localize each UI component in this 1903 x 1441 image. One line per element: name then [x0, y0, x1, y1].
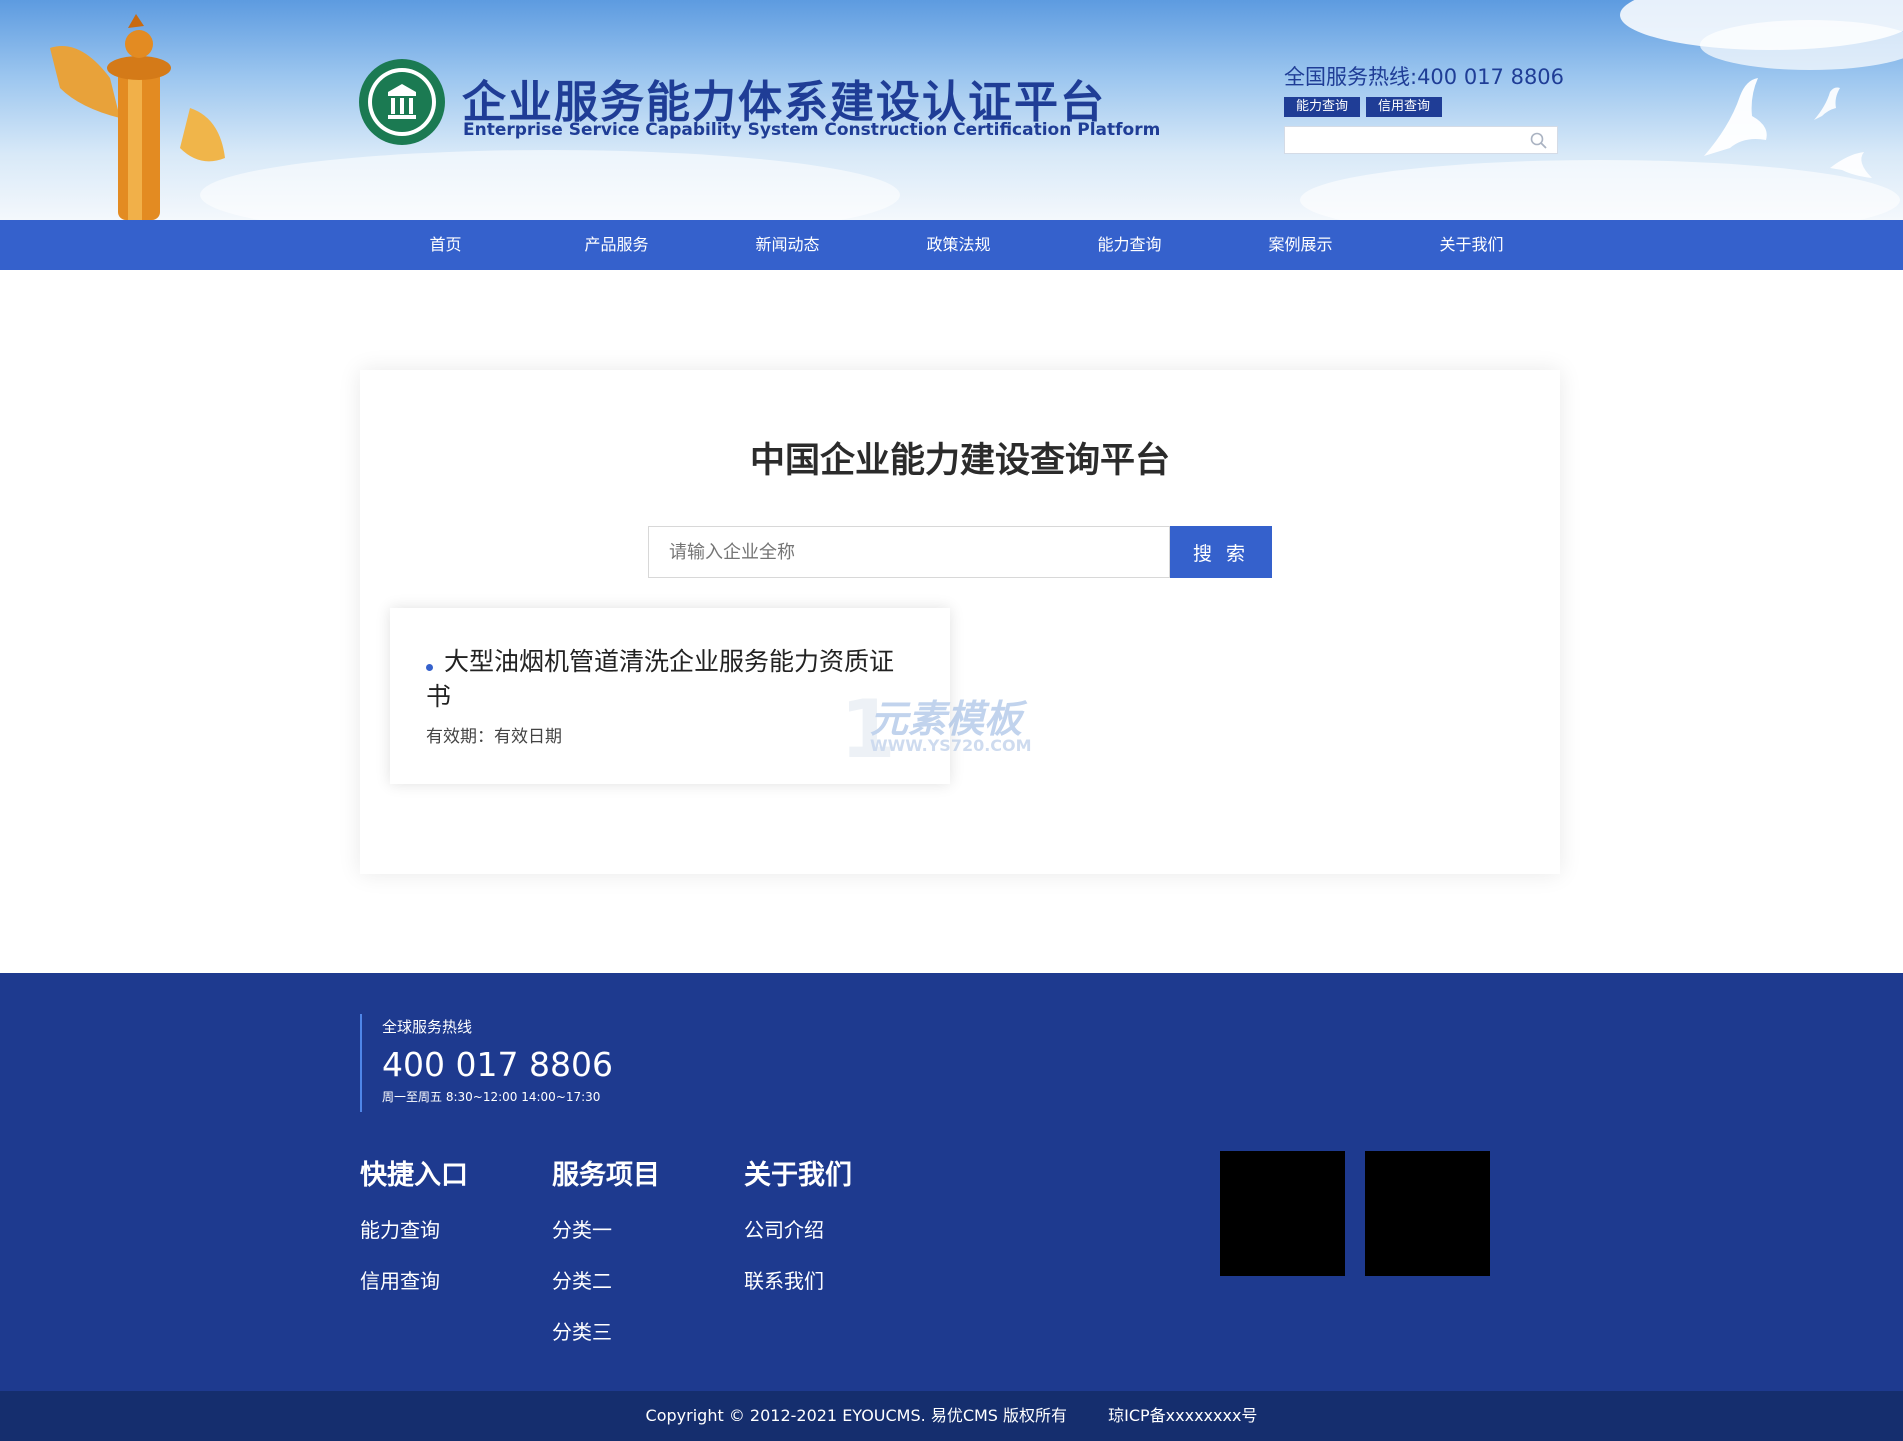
cloud-decoration [200, 150, 900, 220]
qr-code-image [1365, 1151, 1490, 1276]
watermark-name: 元素模板 [870, 697, 1023, 741]
site-subtitle: Enterprise Service Capability System Con… [463, 120, 1161, 140]
footer-hotline-block: 全球服务热线 400 017 8806 周一至周五 8:30~12:00 14:… [360, 1014, 613, 1112]
watermark-logo: 1 元素模板 WWW.YS720.COM [840, 688, 1040, 778]
watermark-url: WWW.YS720.COM [870, 736, 1032, 755]
nav-item-home[interactable]: 首页 [360, 220, 531, 270]
copyright-bar: Copyright © 2012-2021 EYOUCMS. 易优CMS 版权所… [0, 1391, 1903, 1441]
footer-column-title: 快捷入口 [360, 1160, 468, 1191]
main-nav: 首页 产品服务 新闻动态 政策法规 能力查询 案例展示 关于我们 [0, 220, 1903, 270]
footer-column-title: 关于我们 [744, 1160, 852, 1191]
nav-item-products[interactable]: 产品服务 [531, 220, 702, 270]
copyright-text: Copyright © 2012-2021 EYOUCMS. 易优CMS 版权所… [645, 1406, 1068, 1425]
cloud-decoration [1300, 160, 1900, 220]
cloud-decoration [1700, 20, 1903, 70]
footer-link-contact[interactable]: 联系我们 [744, 1265, 852, 1294]
footer-link-category-1[interactable]: 分类一 [552, 1214, 660, 1243]
nav-item-ability-query[interactable]: 能力查询 [1044, 220, 1215, 270]
site-logo[interactable] [358, 58, 446, 146]
quick-tab-ability[interactable]: 能力查询 [1284, 97, 1361, 117]
nav-item-policy[interactable]: 政策法规 [873, 220, 1044, 270]
footer-hotline-number: 400 017 8806 [382, 1045, 613, 1084]
dove-decoration [1830, 152, 1872, 178]
footer-link-company-intro[interactable]: 公司介绍 [744, 1214, 852, 1243]
dove-decoration [1814, 87, 1840, 120]
search-icon[interactable] [1529, 131, 1549, 151]
header-quick-tabs: 能力查询 信用查询 [1284, 97, 1443, 117]
nav-item-news[interactable]: 新闻动态 [702, 220, 873, 270]
query-title: 中国企业能力建设查询平台 [749, 441, 1170, 481]
icp-link[interactable]: 琼ICP备xxxxxxxx号 [1108, 1406, 1257, 1425]
company-search-input[interactable] [648, 526, 1170, 578]
dove-decoration [1704, 78, 1767, 156]
result-validity: 有效期：有效日期 [426, 727, 562, 747]
nav-item-about[interactable]: 关于我们 [1386, 220, 1557, 270]
footer-column-quick-entry: 快捷入口 能力查询 信用查询 [360, 1153, 468, 1294]
nav-item-cases[interactable]: 案例展示 [1215, 220, 1386, 270]
huabiao-column-image [50, 14, 225, 220]
footer-link-ability-query[interactable]: 能力查询 [360, 1214, 468, 1243]
query-card: 中国企业能力建设查询平台 搜 索 大型油烟机管道清洗企业服务能力资质证书 有效期… [360, 370, 1560, 874]
footer-service-hours: 周一至周五 8:30~12:00 14:00~17:30 [382, 1090, 601, 1104]
search-button[interactable]: 搜 索 [1170, 526, 1272, 578]
header-search-input[interactable] [1285, 127, 1521, 153]
header-search-box [1284, 126, 1558, 154]
quick-tab-credit[interactable]: 信用查询 [1366, 97, 1443, 117]
site-footer: 全球服务热线 400 017 8806 周一至周五 8:30~12:00 14:… [0, 973, 1903, 1391]
qr-code-image [1220, 1151, 1345, 1276]
footer-column-title: 服务项目 [552, 1160, 660, 1191]
header-hotline: 全国服务热线:400 017 8806 [1284, 65, 1565, 89]
footer-link-category-3[interactable]: 分类三 [552, 1316, 660, 1345]
footer-link-credit-query[interactable]: 信用查询 [360, 1265, 468, 1294]
footer-link-category-2[interactable]: 分类二 [552, 1265, 660, 1294]
watermark-mark-icon: 1 [840, 683, 896, 776]
footer-column-services: 服务项目 分类一 分类二 分类三 [552, 1153, 660, 1345]
site-header: 企业服务能力体系建设认证平台 Enterprise Service Capabi… [0, 0, 1903, 220]
footer-column-about: 关于我们 公司介绍 联系我们 [744, 1153, 852, 1294]
footer-hotline-label: 全球服务热线 [382, 1018, 473, 1036]
